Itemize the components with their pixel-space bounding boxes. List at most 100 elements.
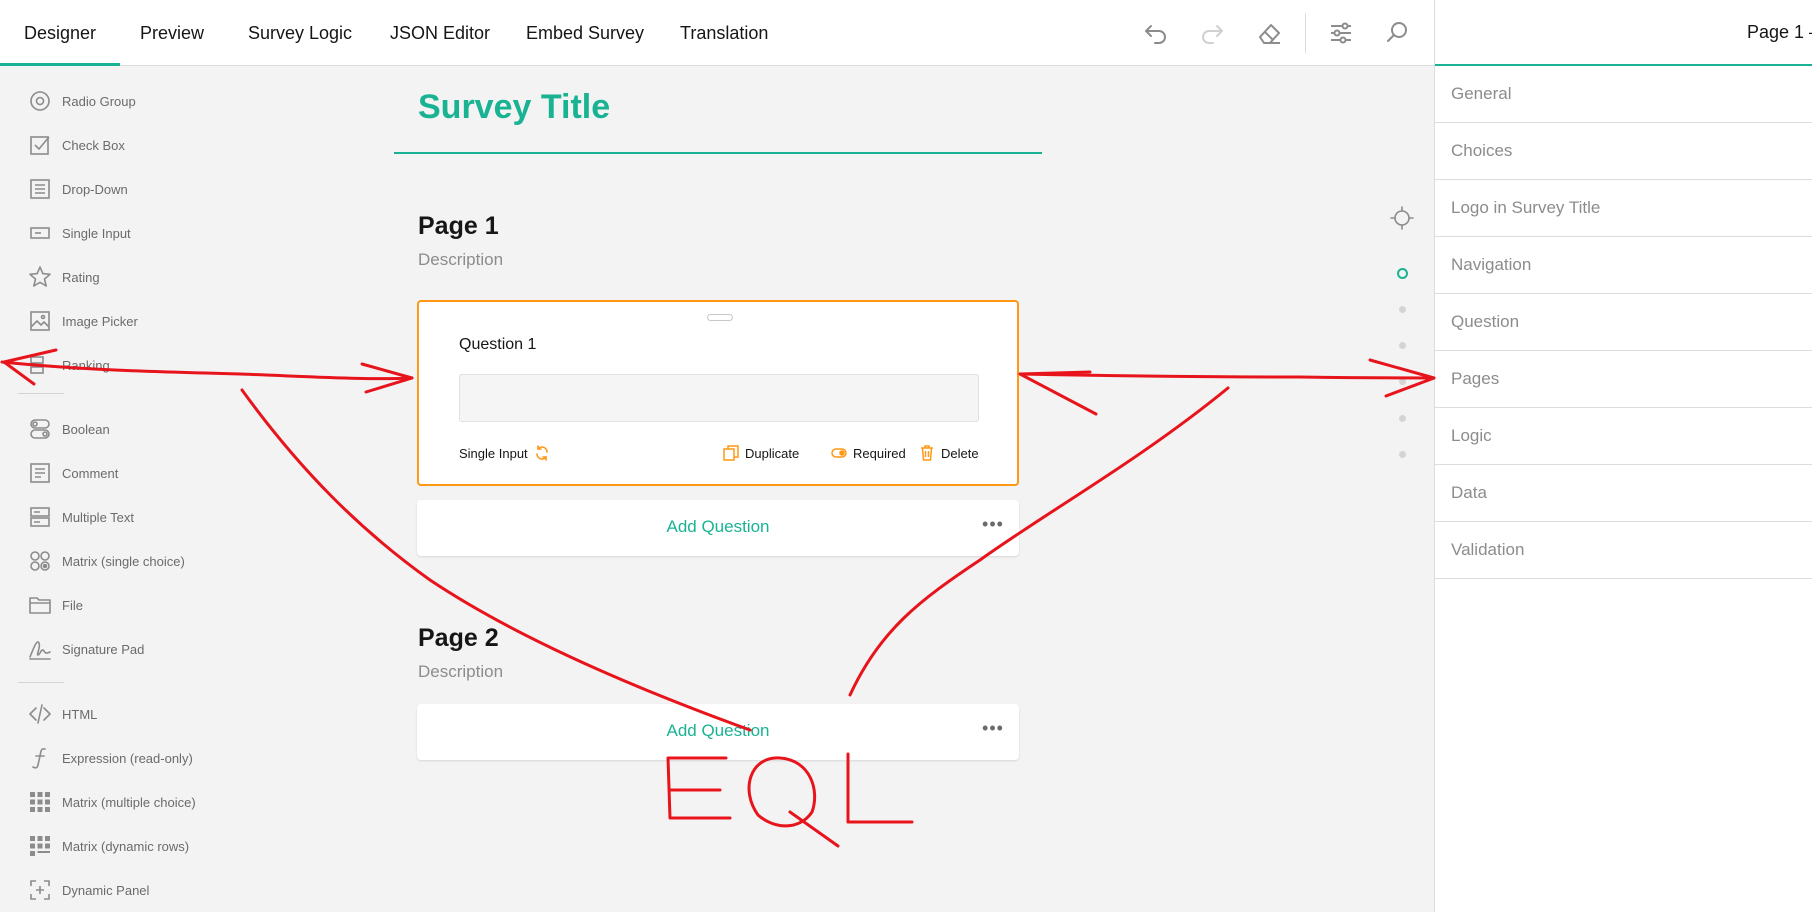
- star-icon: [28, 265, 52, 289]
- question-card-selected[interactable]: Question 1 Single Input Duplicate Requir…: [417, 300, 1019, 486]
- toolbox-item-label: HTML: [62, 706, 98, 722]
- toolbox-item-checkbox[interactable]: Check Box: [28, 130, 125, 160]
- drag-handle-icon[interactable]: [707, 314, 733, 321]
- tab-designer[interactable]: Designer: [0, 0, 121, 66]
- page-nav-dot[interactable]: [1399, 342, 1406, 349]
- page-nav-dot[interactable]: [1399, 451, 1406, 458]
- image-picker-icon: [28, 309, 52, 333]
- property-section-choices[interactable]: Choices: [1435, 123, 1812, 180]
- matrix-multiple-icon: [28, 790, 52, 814]
- tab-translation[interactable]: Translation: [656, 0, 792, 66]
- toolbox-item-expression[interactable]: Expression (read-only): [28, 743, 193, 773]
- question-input-preview: [459, 374, 979, 422]
- delete-label: Delete: [941, 445, 979, 461]
- toolbox-item-label: File: [62, 597, 83, 613]
- dynamic-panel-icon: [28, 878, 52, 902]
- toolbox-item-matrix-multiple[interactable]: Matrix (multiple choice): [28, 787, 196, 817]
- matrix-dynamic-icon: [28, 834, 52, 858]
- question-title[interactable]: Question 1: [459, 336, 536, 354]
- duplicate-icon: [723, 445, 739, 461]
- toolbox-item-image-picker[interactable]: Image Picker: [28, 306, 138, 336]
- toolbox-item-dynamic-panel[interactable]: Dynamic Panel: [28, 875, 149, 905]
- toolbox-item-ranking[interactable]: Ranking: [28, 350, 110, 380]
- radio-group-icon: [28, 89, 52, 113]
- toolbox-item-matrix-dynamic[interactable]: Matrix (dynamic rows): [28, 831, 189, 861]
- required-toggle[interactable]: Required: [831, 445, 906, 461]
- toolbox-item-boolean[interactable]: Boolean: [28, 414, 110, 444]
- section-label: Navigation: [1451, 255, 1532, 274]
- add-question-button[interactable]: Add Question: [417, 517, 1019, 537]
- property-section-data[interactable]: Data: [1435, 465, 1812, 522]
- property-section-general[interactable]: General: [1435, 66, 1812, 123]
- toolbox-item-single-input[interactable]: Single Input: [28, 218, 131, 248]
- checkbox-icon: [28, 133, 52, 157]
- page-nav-dot-active[interactable]: [1397, 268, 1408, 279]
- survey-title[interactable]: Survey Title: [418, 88, 610, 127]
- page-description[interactable]: Description: [418, 250, 503, 270]
- toolbox-item-matrix-single[interactable]: Matrix (single choice): [28, 546, 185, 576]
- toolbox-item-label: Expression (read-only): [62, 750, 193, 766]
- search-icon[interactable]: [1382, 18, 1412, 48]
- page-nav-dot[interactable]: [1399, 306, 1406, 313]
- matrix-single-icon: [28, 549, 52, 573]
- annotation-arrow-right: [1018, 372, 1436, 380]
- crosshair-icon[interactable]: [1390, 206, 1414, 230]
- property-section-navigation[interactable]: Navigation: [1435, 237, 1812, 294]
- toolbox-item-rating[interactable]: Rating: [28, 262, 100, 292]
- duplicate-button[interactable]: Duplicate: [723, 445, 799, 461]
- section-label: Choices: [1451, 141, 1513, 160]
- toolbox-item-comment[interactable]: Comment: [28, 458, 118, 488]
- toolbox-item-dropdown[interactable]: Drop-Down: [28, 174, 128, 204]
- page-nav-dot[interactable]: [1399, 415, 1406, 422]
- annotation-arrowhead: [1018, 370, 1098, 416]
- object-selector[interactable]: Page 1 –: [1747, 22, 1812, 43]
- toolbox-item-label: Ranking: [62, 357, 110, 373]
- multiple-text-icon: [28, 505, 52, 529]
- annotation-letter-q: [747, 756, 840, 848]
- page-title[interactable]: Page 1: [418, 212, 499, 241]
- page-nav-dot[interactable]: [1399, 378, 1406, 385]
- tab-embed-survey[interactable]: Embed Survey: [502, 0, 668, 66]
- signature-icon: [28, 637, 52, 661]
- redo-icon[interactable]: [1197, 18, 1227, 48]
- add-question-button[interactable]: Add Question: [417, 721, 1019, 741]
- section-label: Data: [1451, 483, 1487, 502]
- property-section-question[interactable]: Question: [1435, 294, 1812, 351]
- more-options-icon[interactable]: •••: [981, 718, 1005, 742]
- eraser-icon[interactable]: [1254, 18, 1284, 48]
- tab-survey-logic[interactable]: Survey Logic: [224, 0, 376, 66]
- more-options-icon[interactable]: •••: [981, 514, 1005, 538]
- delete-button[interactable]: Delete: [919, 445, 979, 461]
- property-section-logic[interactable]: Logic: [1435, 408, 1812, 465]
- toolbox-item-html[interactable]: HTML: [28, 699, 97, 729]
- page-title[interactable]: Page 2: [418, 624, 499, 653]
- undo-icon[interactable]: [1141, 18, 1171, 48]
- toolbox-item-label: Radio Group: [62, 93, 136, 109]
- toolbar-divider: [1305, 13, 1306, 53]
- question-type-selector[interactable]: Single Input: [459, 445, 556, 461]
- duplicate-label: Duplicate: [745, 445, 800, 461]
- toolbox-item-label: Dynamic Panel: [62, 882, 150, 898]
- tab-preview[interactable]: Preview: [116, 0, 228, 66]
- toolbox-item-label: Image Picker: [62, 313, 138, 329]
- folder-icon: [28, 593, 52, 617]
- top-toolbar: Designer Preview Survey Logic JSON Edito…: [0, 0, 1434, 66]
- toolbox-item-signature-pad[interactable]: Signature Pad: [28, 634, 144, 664]
- convert-icon[interactable]: [534, 445, 550, 461]
- tab-json-editor[interactable]: JSON Editor: [366, 0, 514, 66]
- toolbox-item-label: Matrix (dynamic rows): [62, 838, 190, 854]
- section-label: Logic: [1451, 426, 1492, 445]
- property-section-validation[interactable]: Validation: [1435, 522, 1812, 579]
- toolbox-item-file[interactable]: File: [28, 590, 83, 620]
- annotation-letter-l: [846, 752, 914, 824]
- toolbox-item-radio-group[interactable]: Radio Group: [28, 86, 136, 116]
- page-description[interactable]: Description: [418, 662, 503, 682]
- comment-icon: [28, 461, 52, 485]
- toolbox-item-multiple-text[interactable]: Multiple Text: [28, 502, 134, 532]
- property-section-logo[interactable]: Logo in Survey Title: [1435, 180, 1812, 237]
- html-icon: [28, 702, 52, 726]
- toolbox-item-label: Multiple Text: [62, 509, 135, 525]
- settings-sliders-icon[interactable]: [1326, 18, 1356, 48]
- property-section-pages[interactable]: Pages: [1435, 351, 1812, 408]
- toolbox-item-label: Rating: [62, 269, 100, 285]
